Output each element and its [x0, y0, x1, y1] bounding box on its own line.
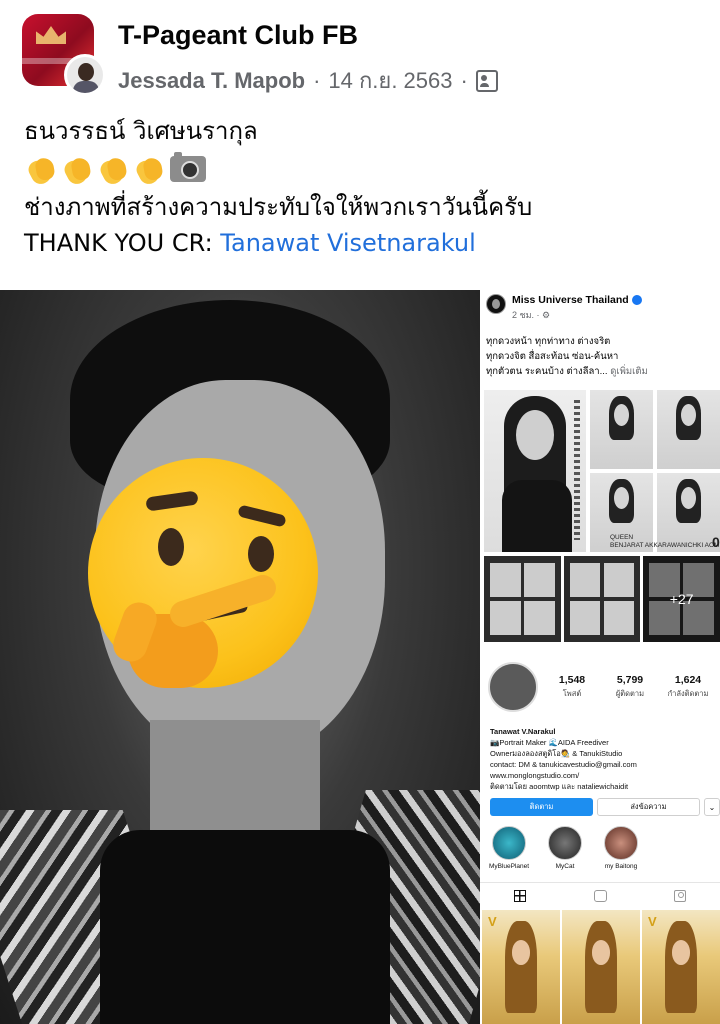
tab-tagged[interactable] [640, 883, 720, 908]
clapping-hands-icon [132, 152, 166, 186]
contestant-grid[interactable] [590, 390, 720, 552]
side-post-time: 2 ชม. · ⚙ [512, 310, 551, 320]
profile-post[interactable] [562, 910, 640, 1024]
author-name-link[interactable]: Jessada T. Mapob [118, 68, 305, 94]
highlight-item[interactable]: MyCat [544, 826, 586, 870]
post-line-credit: THANK YOU CR: Tanawat Visetnarakul [24, 225, 704, 261]
post-photo[interactable] [0, 290, 480, 1024]
photo-thumbnails: +27 [484, 556, 720, 642]
crown-icon [36, 26, 66, 44]
contestant-photo[interactable] [484, 390, 586, 552]
grid-icon [514, 889, 526, 902]
photo-thumbnail[interactable] [563, 556, 641, 642]
followed-by[interactable]: ติดตามโดย aoomtwp และ nataliewichaidit [490, 781, 716, 792]
profile-name: Tanawat V.Narakul [490, 727, 556, 736]
igtv-icon [593, 889, 607, 902]
highlight-item[interactable]: my Baitong [600, 826, 642, 870]
screenshot-panel[interactable]: Miss Universe Thailand 2 ชม. · ⚙ ทุกดวงห… [480, 290, 720, 1024]
story-highlights: MyBluePlanet MyCat my Baitong [488, 826, 642, 870]
post-date[interactable]: 14 ก.ย. 2563 [328, 63, 452, 98]
clapping-hands-icon [60, 152, 94, 186]
tab-igtv[interactable] [560, 883, 640, 908]
page-avatar[interactable] [486, 294, 506, 314]
instagram-profile: 1,548 โพสต์ 5,799 ผู้ติดตาม 1,624 กำลังต… [480, 650, 720, 1024]
photo-thumbnail[interactable] [484, 556, 561, 642]
follow-button[interactable]: ติดตาม [490, 798, 593, 816]
camera-icon [170, 152, 206, 182]
verified-badge-icon [631, 295, 642, 306]
profile-tabs [480, 882, 720, 908]
thinking-face-icon [88, 458, 318, 688]
profile-actions: ติดตาม ส่งข้อความ ⌄ [490, 798, 720, 816]
author-avatar[interactable] [64, 54, 106, 96]
queen-caption: QUEEN BENJARAT AKKARAWANICHKI AOM [610, 534, 720, 549]
post-line-name: ธนวรรธน์ วิเศษนรากุล [24, 117, 258, 145]
group-avatar[interactable] [22, 14, 106, 96]
credit-prefix: THANK YOU CR: [24, 229, 221, 257]
meta-separator: · [313, 67, 321, 93]
group-name-link[interactable]: T-Pageant Club FB [118, 20, 358, 51]
side-post-caption: ทุกดวงหน้า ทุกท่าทาง ต่างจริต ทุกดวงจิต … [486, 336, 648, 377]
highlight-item[interactable]: MyBluePlanet [488, 826, 530, 870]
clapping-hands-icon [96, 152, 130, 186]
profile-post[interactable]: V [642, 910, 720, 1024]
profile-post-grid: V V [482, 910, 720, 1024]
meta-separator: · [460, 67, 468, 93]
see-more-link[interactable]: ดูเพิ่มเติม [610, 366, 648, 377]
clapping-hands-icon [24, 152, 58, 186]
post-body: ธนวรรธน์ วิเศษนรากุล ช่างภาพที่สร้างความ… [24, 113, 704, 261]
profile-website-link[interactable]: www.monglongstudio.com/ [490, 770, 716, 781]
post-line-message: ช่างภาพที่สร้างความประทับใจให้พวกเราวันน… [24, 193, 533, 221]
post-header: T-Pageant Club FB Jessada T. Mapob · 14 … [0, 0, 720, 110]
more-photos-count: +27 [643, 556, 720, 642]
page-name[interactable]: Miss Universe Thailand [512, 294, 629, 306]
message-button[interactable]: ส่งข้อความ [597, 798, 700, 816]
stat-following[interactable]: 1,624 กำลังติดตาม [666, 674, 710, 700]
credit-link[interactable]: Tanawat Visetnarakul [220, 229, 475, 257]
profile-stats: 1,548 โพสต์ 5,799 ผู้ติดตาม 1,624 กำลังต… [550, 674, 710, 700]
tagged-icon [674, 889, 686, 902]
emoji-row [24, 149, 704, 189]
profile-avatar[interactable] [488, 662, 538, 712]
photo-thumbnail-more[interactable]: +27 [643, 556, 720, 642]
queen-number: 0 [712, 534, 720, 550]
chevron-down-icon[interactable]: ⌄ [704, 798, 720, 816]
tab-grid[interactable] [480, 883, 560, 908]
stat-followers[interactable]: 5,799 ผู้ติดตาม [608, 674, 652, 700]
stat-posts[interactable]: 1,548 โพสต์ [550, 674, 594, 700]
profile-post[interactable]: V [482, 910, 560, 1024]
post-meta: Jessada T. Mapob · 14 ก.ย. 2563 · [118, 63, 498, 98]
side-post-header: Miss Universe Thailand 2 ชม. · ⚙ [486, 294, 642, 322]
group-audience-icon [475, 69, 498, 92]
profile-bio: Tanawat V.Narakul 📷Portrait Maker 🌊AIDA … [490, 726, 716, 792]
